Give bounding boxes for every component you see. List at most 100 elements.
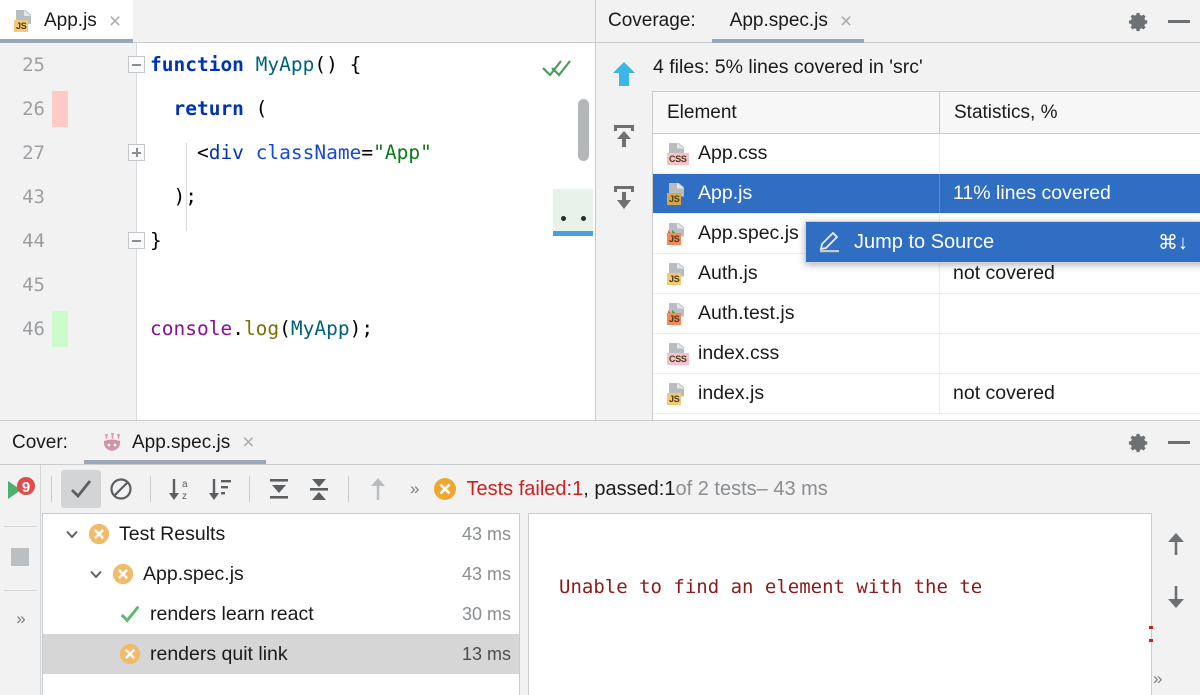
editor-tab-app-js[interactable]: JS App.js × bbox=[0, 0, 134, 43]
table-row[interactable]: CSS index.css bbox=[653, 334, 1200, 374]
coverage-row-stat bbox=[940, 334, 1200, 373]
sort-duration-icon[interactable] bbox=[200, 470, 240, 508]
test-status-line: Tests failed: 1 , passed: 1 of 2 tests –… bbox=[433, 477, 828, 501]
coverage-tab-label: App.spec.js bbox=[729, 10, 828, 31]
runner-left-rail: 9 » bbox=[0, 465, 41, 695]
table-row[interactable]: JS Auth.test.js bbox=[653, 294, 1200, 334]
minimize-icon[interactable] bbox=[1168, 441, 1190, 444]
go-up-icon[interactable] bbox=[611, 60, 637, 93]
context-menu-item-label[interactable]: Jump to Source bbox=[854, 231, 994, 254]
coverage-row-stat bbox=[940, 134, 1200, 173]
coverage-row-name: Auth.js bbox=[698, 262, 758, 284]
passed-icon bbox=[119, 603, 141, 625]
collapse-all-icon[interactable] bbox=[611, 123, 637, 154]
coverage-marker-uncovered[interactable] bbox=[52, 91, 68, 127]
close-icon[interactable]: × bbox=[109, 11, 121, 32]
list-item[interactable]: renders quit link 13 ms bbox=[43, 634, 519, 674]
gear-icon[interactable] bbox=[1128, 432, 1150, 454]
line-number: 25 bbox=[22, 54, 45, 76]
editor-line-row: 44 } bbox=[0, 219, 595, 263]
coverage-tab-app-spec-js[interactable]: App.spec.js × bbox=[711, 0, 865, 43]
coverage-summary: 4 files: 5% lines covered in 'src' bbox=[596, 44, 1200, 91]
failed-icon bbox=[119, 643, 141, 665]
js-test-file-icon: JS bbox=[667, 222, 689, 245]
test-node-label: Test Results bbox=[119, 522, 226, 545]
coverage-marker-covered[interactable] bbox=[52, 311, 68, 347]
editor-body[interactable]: 25 function MyApp() { 26 return ( 27 <di… bbox=[0, 43, 595, 420]
close-icon[interactable]: × bbox=[242, 432, 254, 453]
chevron-down-icon[interactable] bbox=[85, 566, 107, 582]
rail-more-icon[interactable]: » bbox=[16, 609, 26, 629]
list-item[interactable]: Test Results 43 ms bbox=[43, 514, 519, 554]
coverage-row-name: App.js bbox=[698, 182, 753, 204]
editor-scrollbar-thumb[interactable] bbox=[578, 99, 589, 161]
context-menu: Jump to Source ⌘↓ bbox=[805, 221, 1200, 263]
fold-minus-icon[interactable] bbox=[128, 232, 145, 249]
coverage-pane: Coverage: App.spec.js × 4 files: 5% line… bbox=[596, 0, 1200, 420]
list-item[interactable]: App.spec.js 43 ms bbox=[43, 554, 519, 594]
minimize-icon[interactable] bbox=[1168, 20, 1190, 23]
line-number: 46 bbox=[22, 318, 45, 340]
js-file-icon: JS bbox=[667, 382, 689, 405]
fold-plus-icon[interactable] bbox=[128, 144, 145, 161]
editor-scrollbar[interactable] bbox=[578, 43, 593, 420]
coverage-row-name: App.spec.js bbox=[698, 222, 799, 244]
list-item[interactable]: renders learn react 30 ms bbox=[43, 594, 519, 634]
double-check-ok-icon[interactable] bbox=[541, 57, 571, 79]
coverage-header-actions bbox=[1128, 0, 1190, 43]
show-ignored-toggle[interactable] bbox=[101, 470, 141, 508]
code-line: return ( bbox=[173, 97, 268, 120]
show-passed-toggle[interactable] bbox=[61, 470, 101, 508]
test-node-label: renders learn react bbox=[150, 602, 314, 625]
coverage-row-name: Auth.test.js bbox=[698, 302, 795, 324]
editor-lines: 25 function MyApp() { 26 return ( 27 <di… bbox=[0, 43, 595, 351]
table-row[interactable]: JS App.js 11% lines covered bbox=[653, 174, 1200, 214]
svg-text:a: a bbox=[182, 479, 188, 490]
arrow-down-icon[interactable] bbox=[1164, 584, 1188, 615]
editor-tabbar: JS App.js × bbox=[0, 0, 595, 43]
detail-more-icon[interactable]: » bbox=[1153, 669, 1163, 689]
test-failure-message: Unable to find an element with the te bbox=[559, 576, 983, 598]
test-node-duration: 30 ms bbox=[461, 603, 511, 624]
column-header-statistics[interactable]: Statistics, % bbox=[940, 92, 1200, 133]
test-node-duration: 43 ms bbox=[461, 563, 511, 584]
runner-title: Cover: bbox=[12, 431, 68, 453]
gear-icon[interactable] bbox=[1128, 11, 1150, 33]
runner-toolbar: az » Tests failed: 1 , passed: 1 of 2 te… bbox=[0, 465, 1200, 513]
context-menu-shortcut: ⌘↓ bbox=[1158, 231, 1188, 254]
runner-header-actions bbox=[1128, 421, 1190, 464]
more-options-icon[interactable]: » bbox=[410, 479, 420, 499]
test-runner-pane: Cover: App.spec.js × a z » Tests failed:… bbox=[0, 421, 1200, 695]
column-header-element[interactable]: Element bbox=[653, 92, 940, 133]
test-node-label: App.spec.js bbox=[143, 562, 244, 585]
editor-tab-label: App.js bbox=[44, 10, 97, 31]
runner-tab-app-spec-js[interactable]: App.spec.js × bbox=[83, 421, 267, 464]
coverage-header: Coverage: App.spec.js × bbox=[596, 0, 1200, 43]
sort-az-icon[interactable]: az bbox=[160, 470, 200, 508]
close-icon[interactable]: × bbox=[840, 11, 852, 32]
expand-all-icon[interactable] bbox=[259, 470, 299, 508]
runner-header: Cover: App.spec.js × bbox=[0, 421, 1200, 465]
tests-duration: – 43 ms bbox=[756, 477, 828, 500]
runner-tab-label: App.spec.js bbox=[131, 431, 231, 453]
previous-failed-test-icon[interactable] bbox=[358, 470, 398, 508]
table-row[interactable]: JS index.js not covered bbox=[653, 374, 1200, 414]
test-tree[interactable]: Test Results 43 ms App.spec.js 43 ms ren… bbox=[42, 513, 520, 695]
editor-line-row: 45 bbox=[0, 263, 595, 307]
fold-minus-icon[interactable] bbox=[128, 56, 145, 73]
coverage-row-stat: 11% lines covered bbox=[953, 182, 1111, 204]
collapse-all-icon[interactable] bbox=[299, 470, 339, 508]
table-row[interactable]: CSS App.css bbox=[653, 134, 1200, 174]
coverage-row-name: index.css bbox=[698, 342, 780, 364]
test-detail-console[interactable]: Unable to find an element with the te bbox=[528, 513, 1152, 695]
coverage-row-name: index.js bbox=[698, 382, 765, 404]
stop-icon[interactable] bbox=[8, 545, 32, 574]
js-file-icon: JS bbox=[667, 182, 689, 205]
arrow-up-icon[interactable] bbox=[1164, 531, 1188, 562]
test-node-duration: 13 ms bbox=[461, 643, 511, 664]
expand-all-icon[interactable] bbox=[611, 184, 637, 215]
rerun-failed-tests-icon[interactable]: 9 bbox=[5, 475, 35, 510]
coverage-summary-text: 4 files: 5% lines covered in 'src' bbox=[653, 56, 923, 78]
coverage-title: Coverage: bbox=[608, 10, 696, 31]
chevron-down-icon[interactable] bbox=[61, 526, 83, 542]
